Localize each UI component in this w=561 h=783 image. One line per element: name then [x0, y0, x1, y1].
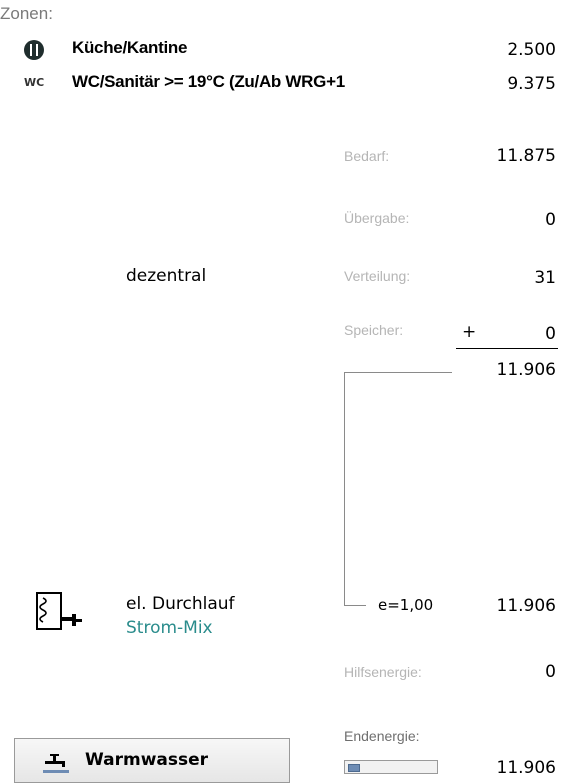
generator-efficiency: e=1,00 — [378, 596, 434, 614]
bracket-bottom-line — [344, 605, 366, 606]
bedarf-value: 11.875 — [496, 146, 556, 166]
endenergie-progress-bar — [344, 760, 438, 774]
bracket-vertical-line — [344, 372, 345, 606]
uebergabe-value: 0 — [545, 210, 556, 230]
warmwasser-button[interactable]: Warmwasser — [14, 738, 290, 783]
bracket-top-line — [344, 372, 452, 373]
generator-energy-source[interactable]: Strom-Mix — [126, 618, 213, 638]
bedarf-label: Bedarf: — [344, 148, 390, 164]
generator-value: 11.906 — [496, 596, 556, 616]
endenergie-progress-fill — [348, 764, 360, 772]
zone-name-wc[interactable]: WC/Sanitär >= 19°C (Zu/Ab WRG+1 — [72, 72, 345, 92]
zones-heading: Zonen: — [0, 4, 53, 23]
zone-value-wc: 9.375 — [507, 74, 556, 94]
sum-divider — [456, 348, 558, 349]
water-heater-icon — [36, 592, 82, 630]
restaurant-icon — [24, 40, 44, 60]
speicher-value: 0 — [545, 324, 556, 344]
uebergabe-label: Übergabe: — [344, 210, 410, 226]
hilfsenergie-value: 0 — [545, 662, 556, 682]
verteilung-value: 31 — [534, 268, 556, 288]
sum-value: 11.906 — [496, 360, 556, 380]
speicher-label: Speicher: — [344, 322, 404, 338]
endenergie-value: 11.906 — [496, 758, 556, 778]
verteilung-label: Verteilung: — [344, 268, 411, 284]
zone-value-kitchen: 2.500 — [507, 40, 556, 60]
distribution-type-label: dezentral — [126, 266, 207, 286]
warmwasser-button-label: Warmwasser — [85, 750, 209, 770]
generator-name[interactable]: el. Durchlauf — [126, 594, 235, 614]
zone-name-kitchen[interactable]: Küche/Kantine — [72, 38, 187, 58]
hilfsenergie-label: Hilfsenergie: — [344, 664, 422, 680]
wc-icon: WC — [24, 76, 45, 89]
endenergie-label: Endenergie: — [344, 728, 420, 744]
faucet-icon — [43, 754, 69, 773]
